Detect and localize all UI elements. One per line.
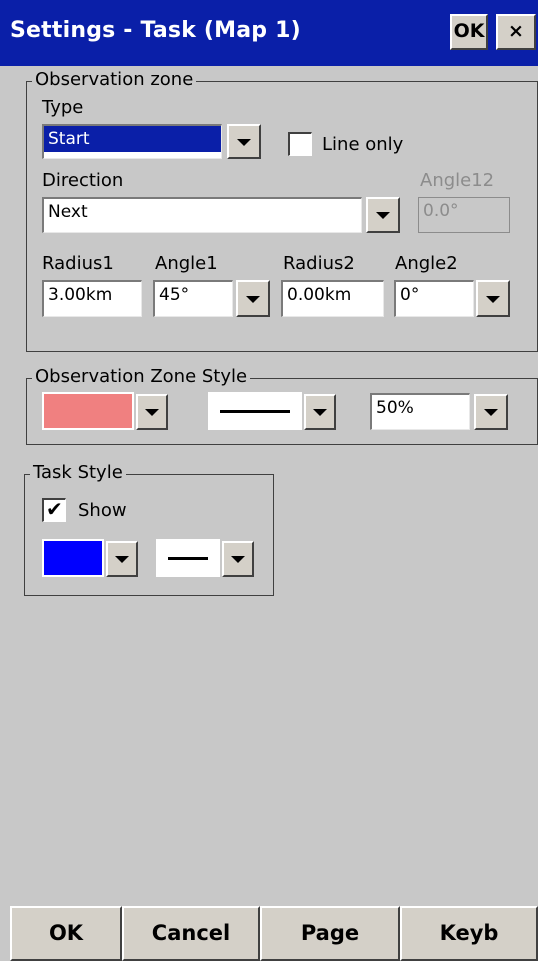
- angle12-label: Angle12: [420, 170, 495, 191]
- angle2-select[interactable]: 0°: [394, 280, 474, 317]
- close-button[interactable]: ×: [496, 14, 536, 50]
- show-checkbox[interactable]: ✔: [42, 498, 66, 522]
- zone-color-dropdown-button[interactable]: [136, 394, 168, 430]
- direction-select[interactable]: Next: [42, 197, 362, 233]
- ok-button[interactable]: OK: [10, 906, 122, 961]
- zone-opacity-value: 50%: [376, 398, 414, 418]
- observation-zone-legend: Observation zone: [32, 69, 197, 90]
- keyboard-button[interactable]: Keyb: [400, 906, 538, 961]
- angle1-dropdown-button[interactable]: [236, 280, 270, 317]
- task-line-style-dropdown-button[interactable]: [222, 541, 254, 577]
- line-only-checkbox[interactable]: [288, 132, 312, 156]
- task-line-style-sample[interactable]: [156, 539, 220, 577]
- radius1-label: Radius1: [42, 253, 114, 274]
- task-color-dropdown-button[interactable]: [106, 541, 138, 577]
- type-dropdown-button[interactable]: [227, 124, 261, 159]
- cancel-button[interactable]: Cancel: [122, 906, 260, 961]
- zone-style-legend: Observation Zone Style: [32, 366, 251, 387]
- angle1-label: Angle1: [155, 253, 218, 274]
- angle1-select[interactable]: 45°: [153, 280, 233, 317]
- radius2-label: Radius2: [283, 253, 355, 274]
- direction-dropdown-button[interactable]: [366, 197, 400, 233]
- radius2-input[interactable]: 0.00km: [281, 280, 384, 317]
- angle2-value: 0°: [400, 285, 420, 305]
- task-style-legend: Task Style: [30, 462, 126, 483]
- zone-color-swatch[interactable]: [42, 392, 134, 430]
- type-select[interactable]: Start: [42, 124, 222, 159]
- zone-line-style-dropdown-button[interactable]: [304, 394, 336, 430]
- checkmark-icon: ✔: [46, 499, 63, 521]
- title-bar: Settings - Task (Map 1) OK ×: [0, 0, 538, 66]
- zone-line-style-sample[interactable]: [208, 392, 302, 430]
- angle2-dropdown-button[interactable]: [476, 280, 510, 317]
- page-button[interactable]: Page: [260, 906, 400, 961]
- direction-value: Next: [48, 202, 88, 222]
- radius1-input[interactable]: 3.00km: [42, 280, 142, 317]
- type-label: Type: [42, 97, 84, 118]
- zone-opacity-dropdown-button[interactable]: [474, 394, 508, 430]
- title-ok-button[interactable]: OK: [450, 14, 488, 50]
- zone-opacity-select[interactable]: 50%: [370, 393, 470, 430]
- bottom-button-bar: OK Cancel Page Keyb: [0, 906, 538, 961]
- line-only-label: Line only: [322, 134, 404, 155]
- window-title: Settings - Task (Map 1): [10, 18, 301, 43]
- type-value: Start: [44, 126, 221, 152]
- direction-label: Direction: [42, 170, 124, 191]
- angle12-input: 0.0°: [418, 197, 510, 233]
- task-color-swatch[interactable]: [42, 539, 104, 577]
- angle2-label: Angle2: [395, 253, 458, 274]
- angle1-value: 45°: [159, 285, 190, 305]
- task-style-group: [24, 474, 274, 596]
- show-label: Show: [78, 500, 127, 521]
